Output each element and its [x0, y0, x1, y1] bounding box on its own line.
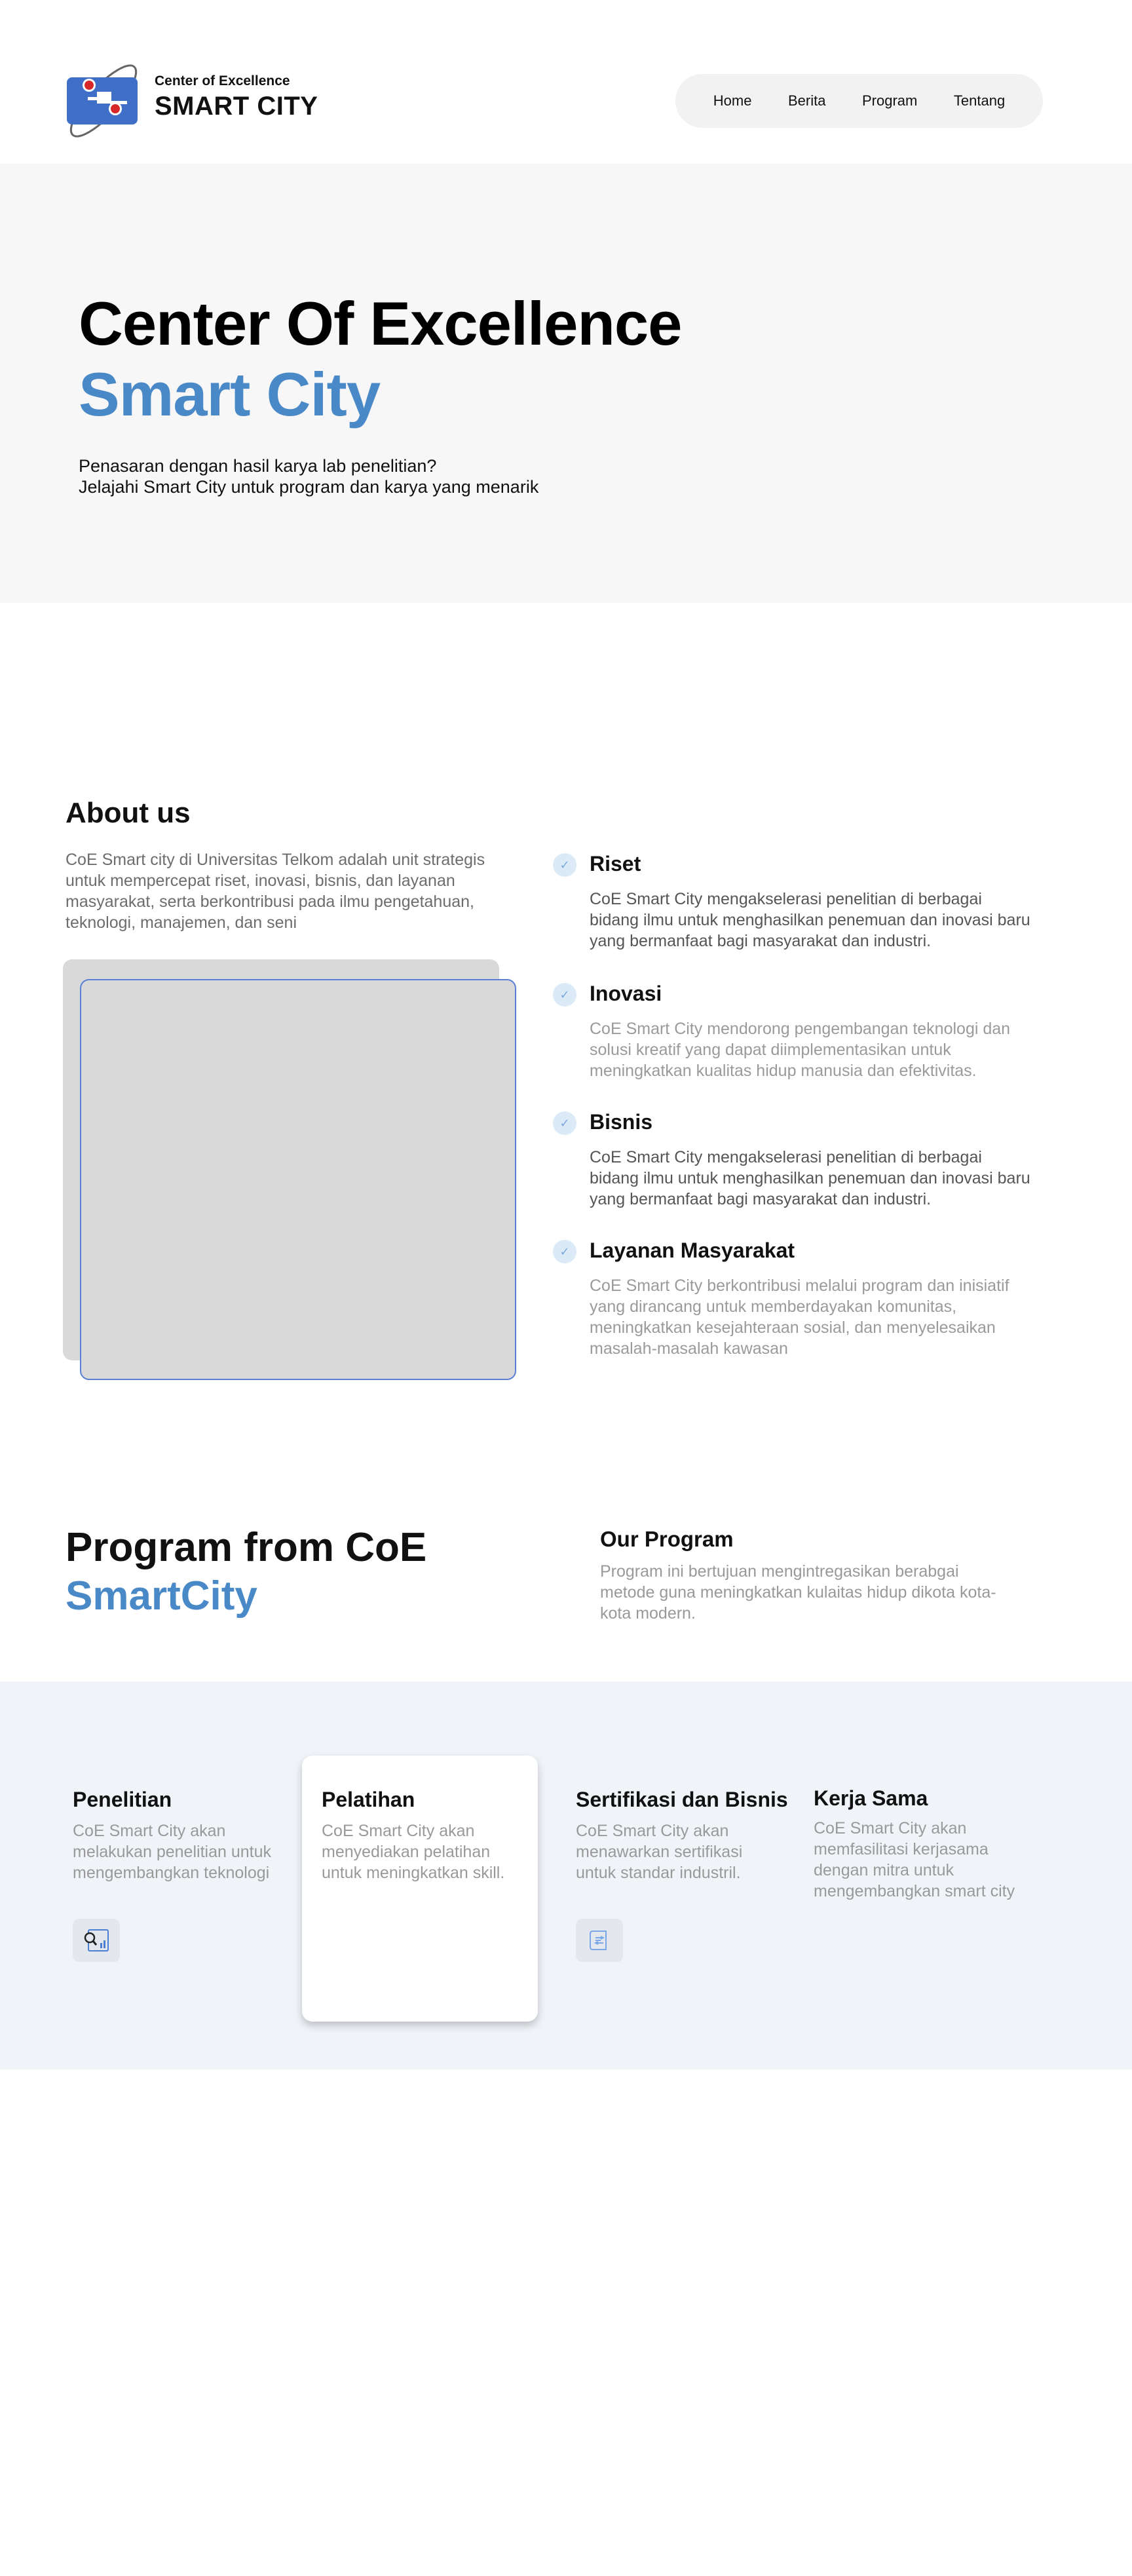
program-card-sertifikasi-bisnis[interactable]: Sertifikasi dan Bisnis CoE Smart City ak… — [576, 1788, 799, 1984]
card-text: CoE Smart City akan memfasilitasi kerjas… — [814, 1819, 1015, 1900]
program-card-kerja-sama[interactable]: Kerja Sama CoE Smart City akan memfasili… — [814, 1786, 1063, 1983]
main-nav: Home Berita Program Tentang — [675, 74, 1043, 128]
card-title: Kerja Sama — [814, 1786, 928, 1810]
brand-name[interactable]: SMART CITY — [155, 92, 318, 121]
program-card-pelatihan[interactable]: Pelatihan CoE Smart City akan menyediaka… — [322, 1788, 531, 1984]
hero-title: Center Of Excellence — [79, 289, 682, 358]
hero-subtitle: Smart City — [79, 360, 381, 429]
program-card-penelitian[interactable]: Penelitian CoE Smart City akan melakukan… — [73, 1788, 295, 1984]
check-icon: ✓ — [553, 1111, 576, 1135]
our-program-title: Our Program — [600, 1527, 734, 1551]
program-title: Program from CoE — [66, 1525, 427, 1570]
check-icon: ✓ — [553, 1240, 576, 1263]
hero-section: Center Of Excellence Smart City Penasara… — [0, 164, 1132, 603]
feature-title: Inovasi — [590, 982, 662, 1005]
nav-berita[interactable]: Berita — [788, 92, 825, 109]
brand-tagline: Center of Excellence — [155, 73, 290, 88]
card-title: Pelatihan — [322, 1788, 415, 1811]
certificate-document-icon — [576, 1919, 623, 1962]
smart-city-logo-icon[interactable] — [64, 54, 143, 142]
card-text: CoE Smart City akan melakukan penelitian… — [73, 1822, 271, 1882]
image-placeholder — [80, 979, 516, 1380]
card-title: Sertifikasi dan Bisnis — [576, 1788, 788, 1811]
program-subtitle: SmartCity — [66, 1573, 257, 1619]
nav-program[interactable]: Program — [862, 92, 917, 109]
feature-title: Layanan Masyarakat — [590, 1239, 795, 1262]
feature-text: CoE Smart City mendorong pengembangan te… — [590, 1020, 1011, 1080]
about-title: About us — [66, 797, 191, 829]
about-description: CoE Smart city di Universitas Telkom ada… — [66, 851, 485, 932]
site-header: Center of Excellence SMART CITY Home Ber… — [0, 0, 1132, 164]
nav-tentang[interactable]: Tentang — [954, 92, 1005, 109]
feature-text: CoE Smart City mengakselerasi penelitian… — [590, 1148, 1030, 1208]
card-text: CoE Smart City akan menawarkan sertifika… — [576, 1822, 743, 1882]
feature-title: Riset — [590, 852, 641, 875]
nav-home[interactable]: Home — [713, 92, 752, 109]
card-text: CoE Smart City akan menyediakan pelatiha… — [322, 1822, 505, 1882]
our-program-description: Program ini bertujuan mengintregasikan b… — [600, 1562, 996, 1623]
check-icon: ✓ — [553, 983, 576, 1007]
feature-title: Bisnis — [590, 1110, 653, 1134]
hero-text-line2: Jelajahi Smart City untuk program dan ka… — [79, 477, 539, 497]
research-chart-icon — [73, 1919, 120, 1962]
feature-text: CoE Smart City berkontribusi melalui pro… — [590, 1277, 1009, 1358]
hero-text-line1: Penasaran dengan hasil karya lab penelit… — [79, 456, 437, 476]
feature-text: CoE Smart City mengakselerasi penelitian… — [590, 890, 1030, 950]
check-icon: ✓ — [553, 853, 576, 877]
card-title: Penelitian — [73, 1788, 172, 1811]
